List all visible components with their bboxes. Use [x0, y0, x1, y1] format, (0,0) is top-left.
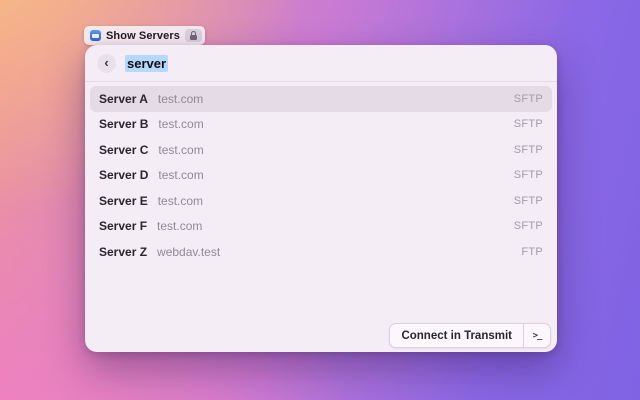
footer-action-group: Connect in Transmit >_ — [389, 323, 551, 348]
back-button[interactable]: ‹ — [97, 53, 116, 73]
server-host: test.com — [158, 142, 204, 157]
token-badge — [184, 29, 202, 42]
command-token-label: Show Servers — [106, 29, 180, 42]
server-name: Server A — [99, 91, 148, 106]
lock-icon — [189, 30, 197, 40]
chevron-left-icon: ‹ — [104, 55, 109, 70]
command-token[interactable]: Show Servers — [84, 26, 205, 45]
server-protocol: SFTP — [513, 169, 543, 182]
server-row[interactable]: Server F test.com SFTP — [90, 214, 552, 240]
server-name: Server F — [99, 219, 148, 234]
server-protocol: FTP — [521, 245, 543, 258]
server-name: Server Z — [99, 244, 148, 259]
server-row[interactable]: Server C test.com SFTP — [90, 137, 552, 163]
server-row[interactable]: Server E test.com SFTP — [90, 188, 552, 214]
desktop-background: Show Servers ‹ server Server A test.com … — [0, 0, 640, 400]
server-host: test.com — [157, 91, 204, 106]
server-name: Server C — [99, 142, 149, 157]
server-protocol: SFTP — [513, 220, 543, 233]
terminal-prompt-icon[interactable]: >_ — [524, 324, 550, 347]
search-input[interactable]: server — [125, 54, 169, 72]
server-host: test.com — [157, 193, 204, 208]
server-protocol: SFTP — [513, 92, 543, 105]
search-bar: ‹ server — [85, 45, 557, 82]
server-row[interactable]: Server B test.com SFTP — [90, 112, 552, 138]
server-host: test.com — [157, 219, 203, 234]
server-host: test.com — [158, 168, 204, 183]
server-protocol: SFTP — [513, 118, 543, 131]
server-row[interactable]: Server A test.com SFTP — [90, 86, 552, 112]
server-protocol: SFTP — [513, 194, 543, 207]
server-row[interactable]: Server D test.com SFTP — [90, 163, 552, 189]
server-list: Server A test.com SFTP Server B test.com… — [85, 82, 557, 265]
server-protocol: SFTP — [513, 143, 543, 156]
quick-connect-window: ‹ server Server A test.com SFTP Server B… — [85, 45, 557, 352]
server-name: Server D — [99, 168, 149, 183]
server-name: Server E — [99, 193, 148, 208]
server-name: Server B — [99, 117, 149, 132]
connect-button[interactable]: Connect in Transmit — [390, 324, 523, 347]
server-host: test.com — [158, 117, 204, 132]
transmit-app-icon — [90, 30, 101, 41]
server-row[interactable]: Server Z webdav.test FTP — [90, 239, 552, 265]
server-host: webdav.test — [157, 244, 221, 259]
